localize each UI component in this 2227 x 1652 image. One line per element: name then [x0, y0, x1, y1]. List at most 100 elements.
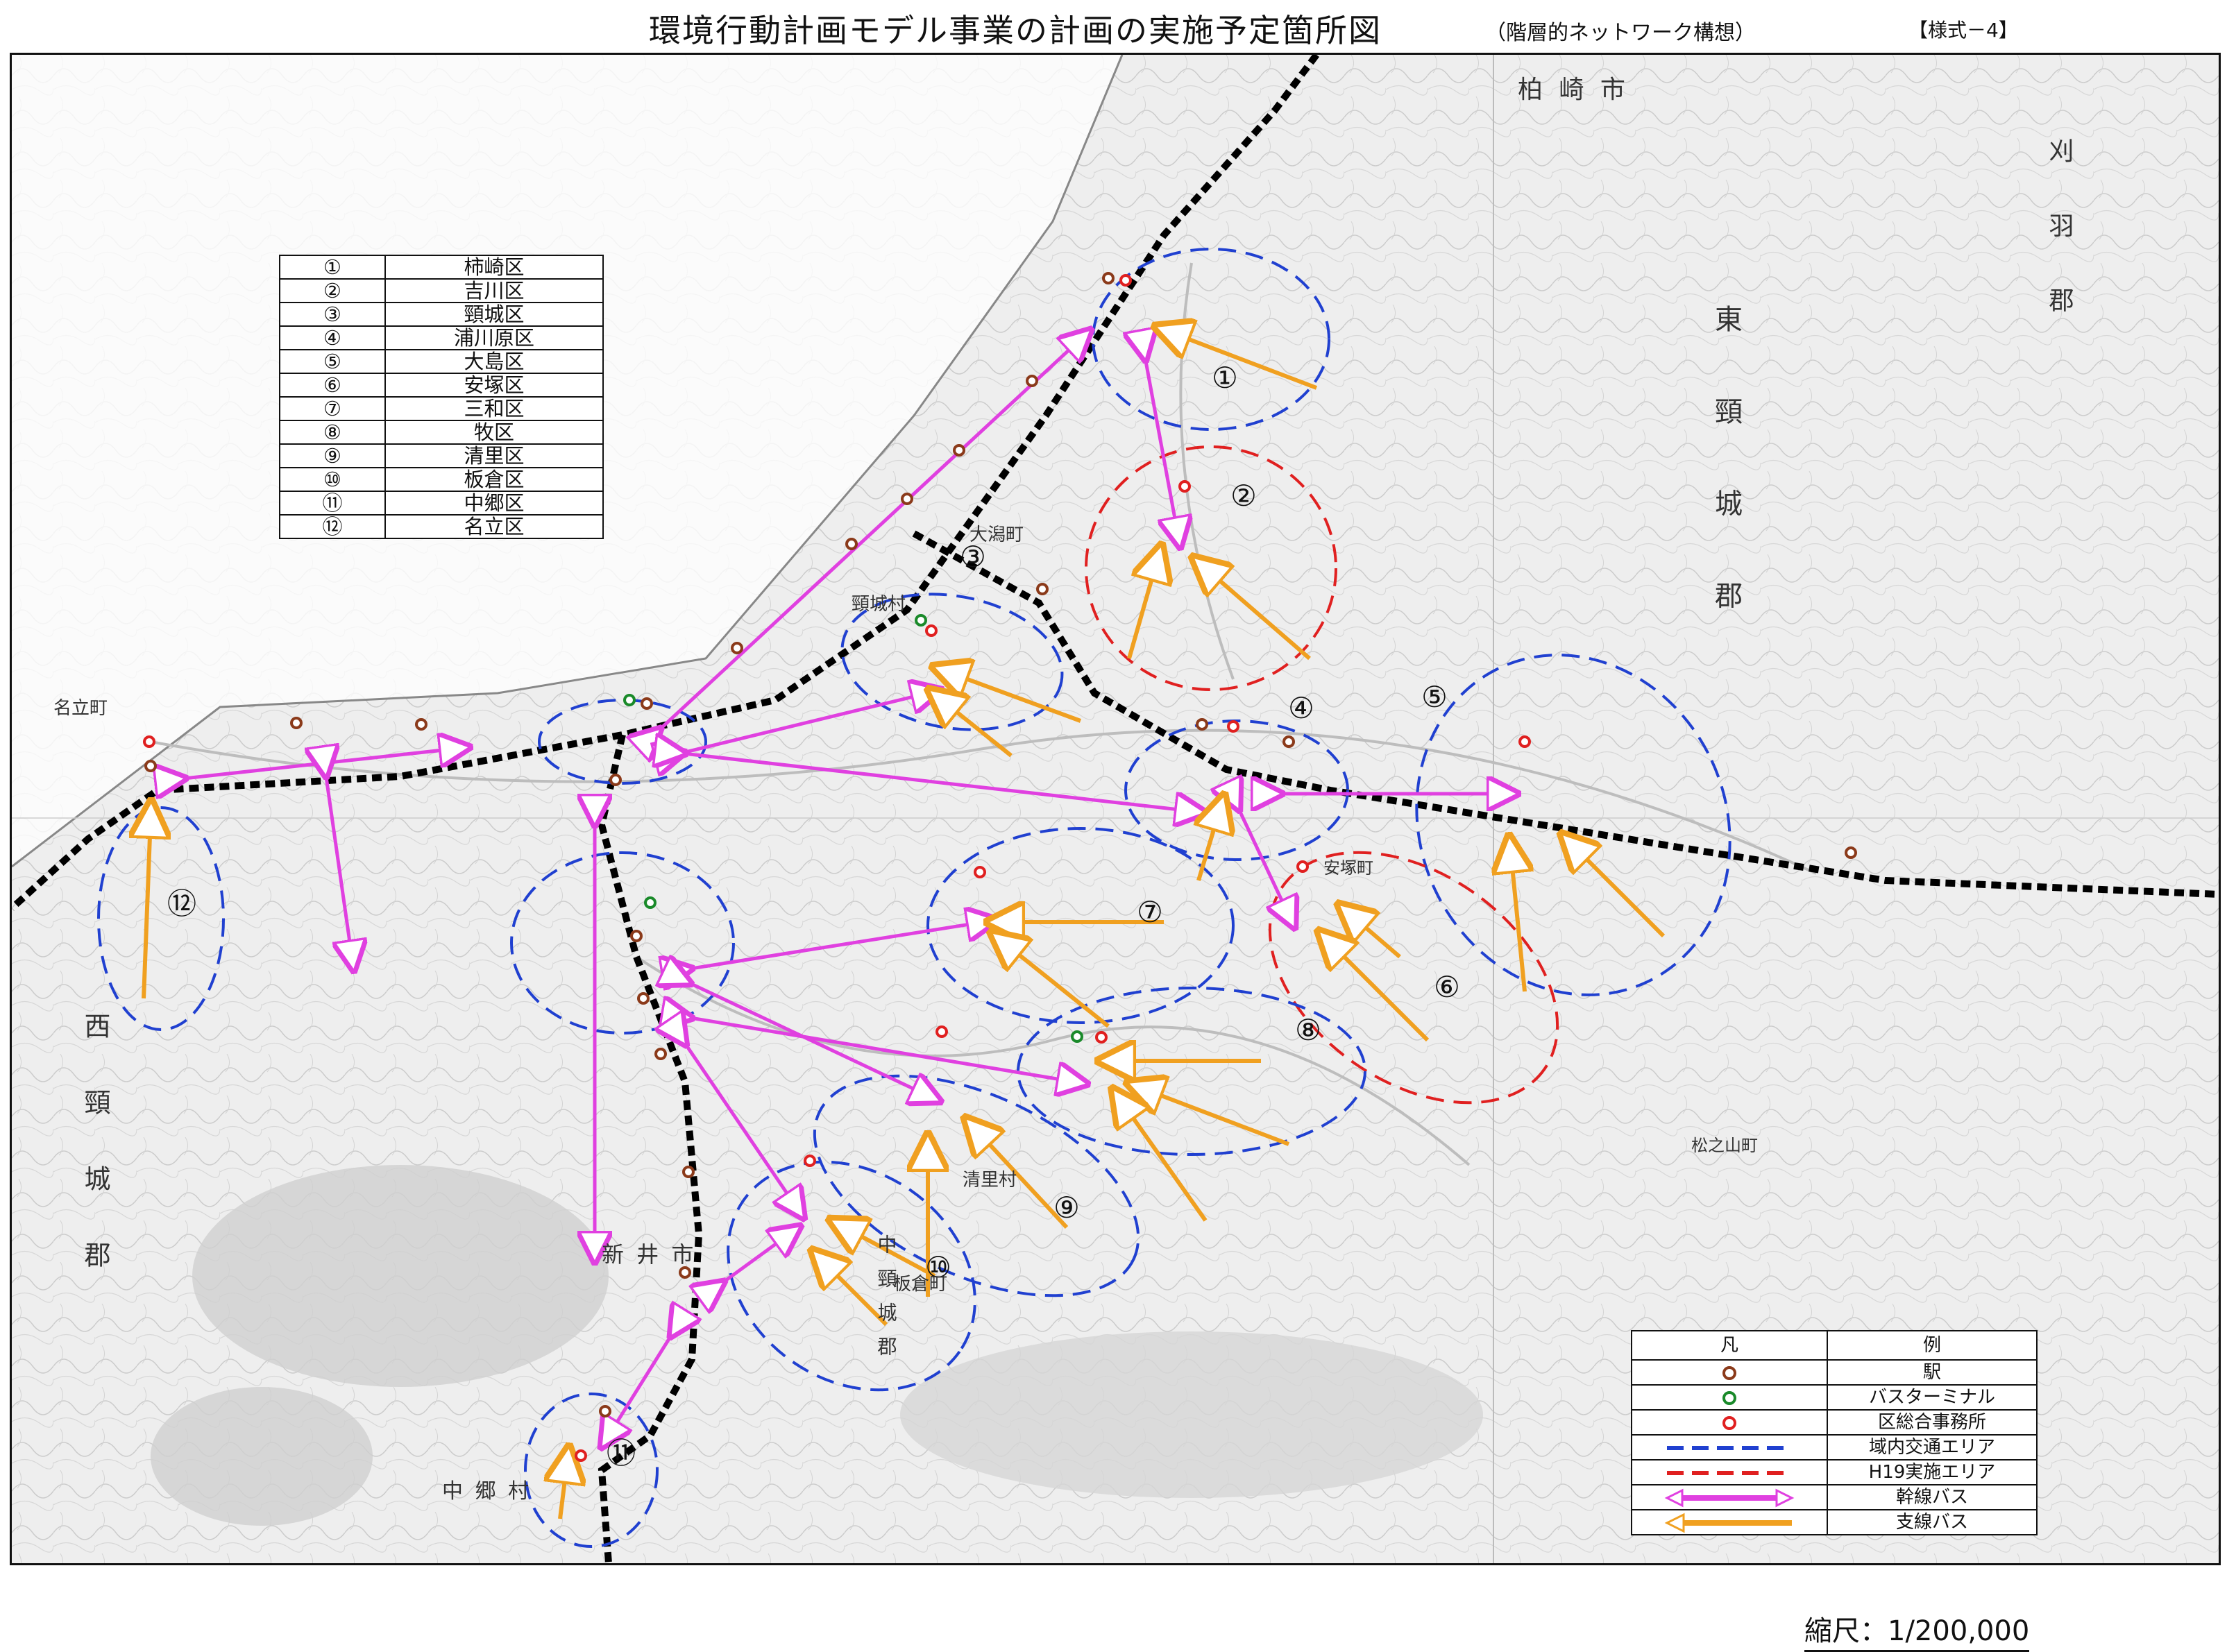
- station-marker: [731, 642, 743, 654]
- double-arrow-icon: [1664, 1488, 1795, 1507]
- map-subtitle: （階層的ネットワーク構想）: [1485, 21, 1756, 45]
- office-marker: [1119, 274, 1132, 287]
- mountain-shading: [900, 1331, 1483, 1498]
- district-name: 柿崎区: [384, 255, 604, 280]
- office-marker: [974, 866, 986, 878]
- office-marker: [935, 1025, 948, 1038]
- district-name: 吉川区: [384, 278, 604, 303]
- area-number: ⑤: [1421, 680, 1448, 714]
- legend-row: バスターミナル: [1631, 1384, 2038, 1411]
- district-name: 板倉区: [384, 467, 604, 492]
- district-row: ⑫ 名立区: [279, 514, 604, 539]
- legend-header: 凡 例: [1631, 1330, 2038, 1361]
- district-name: 牧区: [384, 420, 604, 445]
- station-marker: [1282, 735, 1295, 748]
- legend-row: 支線バス: [1631, 1509, 2038, 1535]
- place-label: 中 郷 村: [442, 1479, 532, 1504]
- bus-terminal-marker: [644, 896, 657, 909]
- district-table-body: ① 柿崎区 ② 吉川区 ③ 頸城区 ④ 浦川原区 ⑤ 大島区 ⑥ 安塚区 ⑦ 三和区 ⑧ 牧区 …: [279, 255, 604, 539]
- legend-symbol: [1631, 1434, 1828, 1461]
- map-title: 環境行動計画モデル事業の計画の実施予定箇所図: [649, 12, 1382, 49]
- area-number: ①: [1212, 361, 1238, 395]
- district-row: ⑨ 清里区: [279, 443, 604, 468]
- place-label: 刈 羽 郡: [2045, 138, 2074, 333]
- map-legend: 凡 例 駅 バスターミナル 区総合事務所 域内交通エリア H19実施エリア 幹線…: [1631, 1330, 2038, 1535]
- map-frame[interactable]: ① ② ③ ④ ⑤ ⑥ ⑦ ⑧ ⑨ ⑩ ⑪ ⑫ 柏 崎 市 東 頸 城 郡 刈 …: [10, 53, 2221, 1565]
- office-marker: [1296, 860, 1309, 873]
- station-marker: [290, 717, 303, 729]
- station-marker: [1036, 583, 1049, 595]
- legend-row: 駅: [1631, 1359, 2038, 1386]
- station-marker: [1102, 272, 1115, 284]
- district-name: 安塚区: [384, 373, 604, 398]
- district-number: ⑤: [279, 349, 386, 374]
- legend-row: 区総合事務所: [1631, 1409, 2038, 1436]
- bus-terminal-marker: [623, 694, 636, 706]
- station-marker: [415, 718, 427, 731]
- area-number: ⑨: [1053, 1191, 1080, 1225]
- station-marker: [1196, 718, 1208, 731]
- place-label: 柏 崎 市: [1518, 76, 1629, 104]
- place-label: 大潟町: [969, 525, 1024, 545]
- district-row: ② 吉川区: [279, 278, 604, 303]
- district-row: ⑥ 安塚区: [279, 373, 604, 398]
- place-label: 東 頸 城 郡: [1710, 305, 1743, 636]
- area-number: ⑫: [167, 887, 196, 921]
- office-marker: [925, 624, 938, 637]
- legend-symbol: [1631, 1359, 1828, 1386]
- station-icon: [1722, 1365, 1736, 1380]
- mountain-shading: [192, 1165, 609, 1387]
- legend-header-left: 凡: [1631, 1330, 1828, 1361]
- form-number: 【様式－4】: [1908, 19, 2018, 42]
- district-number: ⑪: [279, 491, 386, 516]
- station-marker: [641, 697, 653, 710]
- legend-label: 支線バス: [1827, 1509, 2038, 1535]
- office-marker: [1178, 480, 1191, 493]
- legend-symbol: [1631, 1509, 1828, 1535]
- legend-header-right: 例: [1827, 1330, 2038, 1361]
- place-label: 松之山町: [1691, 1136, 1758, 1155]
- station-marker: [845, 538, 858, 550]
- district-row: ④ 浦川原区: [279, 325, 604, 350]
- place-label: 西 頸 城 郡: [80, 1012, 110, 1288]
- legend-row: H19実施エリア: [1631, 1459, 2038, 1485]
- place-label: 板倉町: [893, 1274, 947, 1295]
- station-marker: [599, 1405, 611, 1417]
- district-table: ① 柿崎区 ② 吉川区 ③ 頸城区 ④ 浦川原区 ⑤ 大島区 ⑥ 安塚区 ⑦ 三和区 ⑧ 牧区 …: [279, 255, 604, 539]
- station-marker: [1026, 375, 1038, 387]
- area-number: ②: [1230, 479, 1257, 513]
- legend-label: 区総合事務所: [1827, 1409, 2038, 1436]
- area-number: ⑦: [1137, 895, 1163, 929]
- legend-symbol: [1631, 1409, 1828, 1436]
- district-number: ④: [279, 325, 386, 350]
- station-marker: [1845, 846, 1857, 859]
- legend-symbol: [1631, 1384, 1828, 1411]
- legend-symbol: [1631, 1484, 1828, 1510]
- red-dashed-line-icon: [1667, 1470, 1792, 1475]
- legend-label: 域内交通エリア: [1827, 1434, 2038, 1461]
- place-label: 安塚町: [1323, 858, 1373, 878]
- station-marker: [144, 760, 157, 772]
- district-row: ⑧ 牧区: [279, 420, 604, 445]
- bus-terminal-marker: [915, 614, 927, 627]
- area-number: ⑪: [607, 1436, 636, 1470]
- area-number: ⑧: [1295, 1013, 1321, 1047]
- place-label: 頸城村: [852, 594, 906, 615]
- district-name: 三和区: [384, 396, 604, 421]
- station-marker: [682, 1166, 695, 1178]
- station-marker: [953, 444, 965, 457]
- place-label: 名立町: [53, 698, 108, 719]
- station-marker: [637, 992, 650, 1005]
- district-row: ⑤ 大島区: [279, 349, 604, 374]
- mountain-shading: [151, 1387, 373, 1526]
- district-office-icon: [1722, 1415, 1736, 1430]
- district-number: ⑦: [279, 396, 386, 421]
- legend-label: 幹線バス: [1827, 1484, 2038, 1510]
- station-marker: [630, 930, 643, 942]
- district-name: 頸城区: [384, 302, 604, 327]
- district-row: ③ 頸城区: [279, 302, 604, 327]
- station-marker: [679, 1266, 691, 1279]
- district-number: ③: [279, 302, 386, 327]
- place-label: 清里村: [963, 1170, 1017, 1191]
- district-name: 中郷区: [384, 491, 604, 516]
